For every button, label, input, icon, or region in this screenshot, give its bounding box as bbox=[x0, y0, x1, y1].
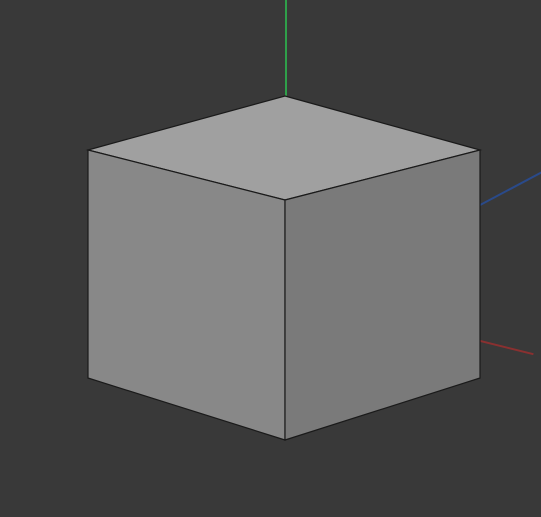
mesh-cube[interactable] bbox=[0, 0, 541, 517]
cube-left-face bbox=[88, 150, 285, 440]
cube-right-face bbox=[285, 150, 480, 440]
viewport-3d[interactable] bbox=[0, 0, 541, 517]
